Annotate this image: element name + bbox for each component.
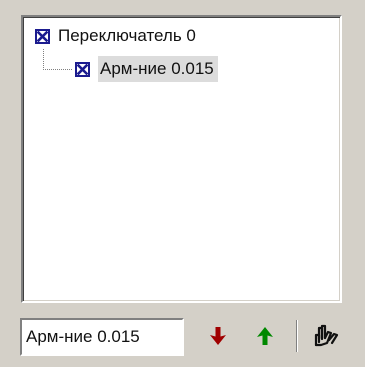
red-down-arrow-icon bbox=[210, 327, 226, 345]
tree-item-label: Арм-ние 0.015 bbox=[98, 56, 218, 82]
checkmark-x-icon bbox=[37, 30, 48, 42]
move-up-button[interactable] bbox=[250, 320, 280, 352]
checkmark-x-icon bbox=[77, 63, 88, 75]
tree-item-reinforcement[interactable]: Арм-ние 0.015 bbox=[75, 56, 218, 82]
checkbox-switch[interactable] bbox=[35, 28, 50, 44]
checkbox-reinforcement[interactable] bbox=[75, 61, 90, 77]
toolbar-separator bbox=[296, 320, 298, 352]
hand-icon bbox=[314, 324, 339, 347]
green-up-arrow-icon bbox=[257, 327, 273, 345]
move-down-button[interactable] bbox=[203, 320, 233, 352]
name-input[interactable] bbox=[20, 318, 184, 356]
tree-item-switch[interactable]: Переключатель 0 bbox=[35, 23, 199, 49]
hand-tool-button[interactable] bbox=[308, 320, 344, 352]
tree-item-label: Переключатель 0 bbox=[58, 26, 196, 45]
tree-connector-line bbox=[43, 49, 72, 70]
tree-view[interactable]: Переключатель 0 Арм-ние 0.015 bbox=[21, 15, 342, 303]
